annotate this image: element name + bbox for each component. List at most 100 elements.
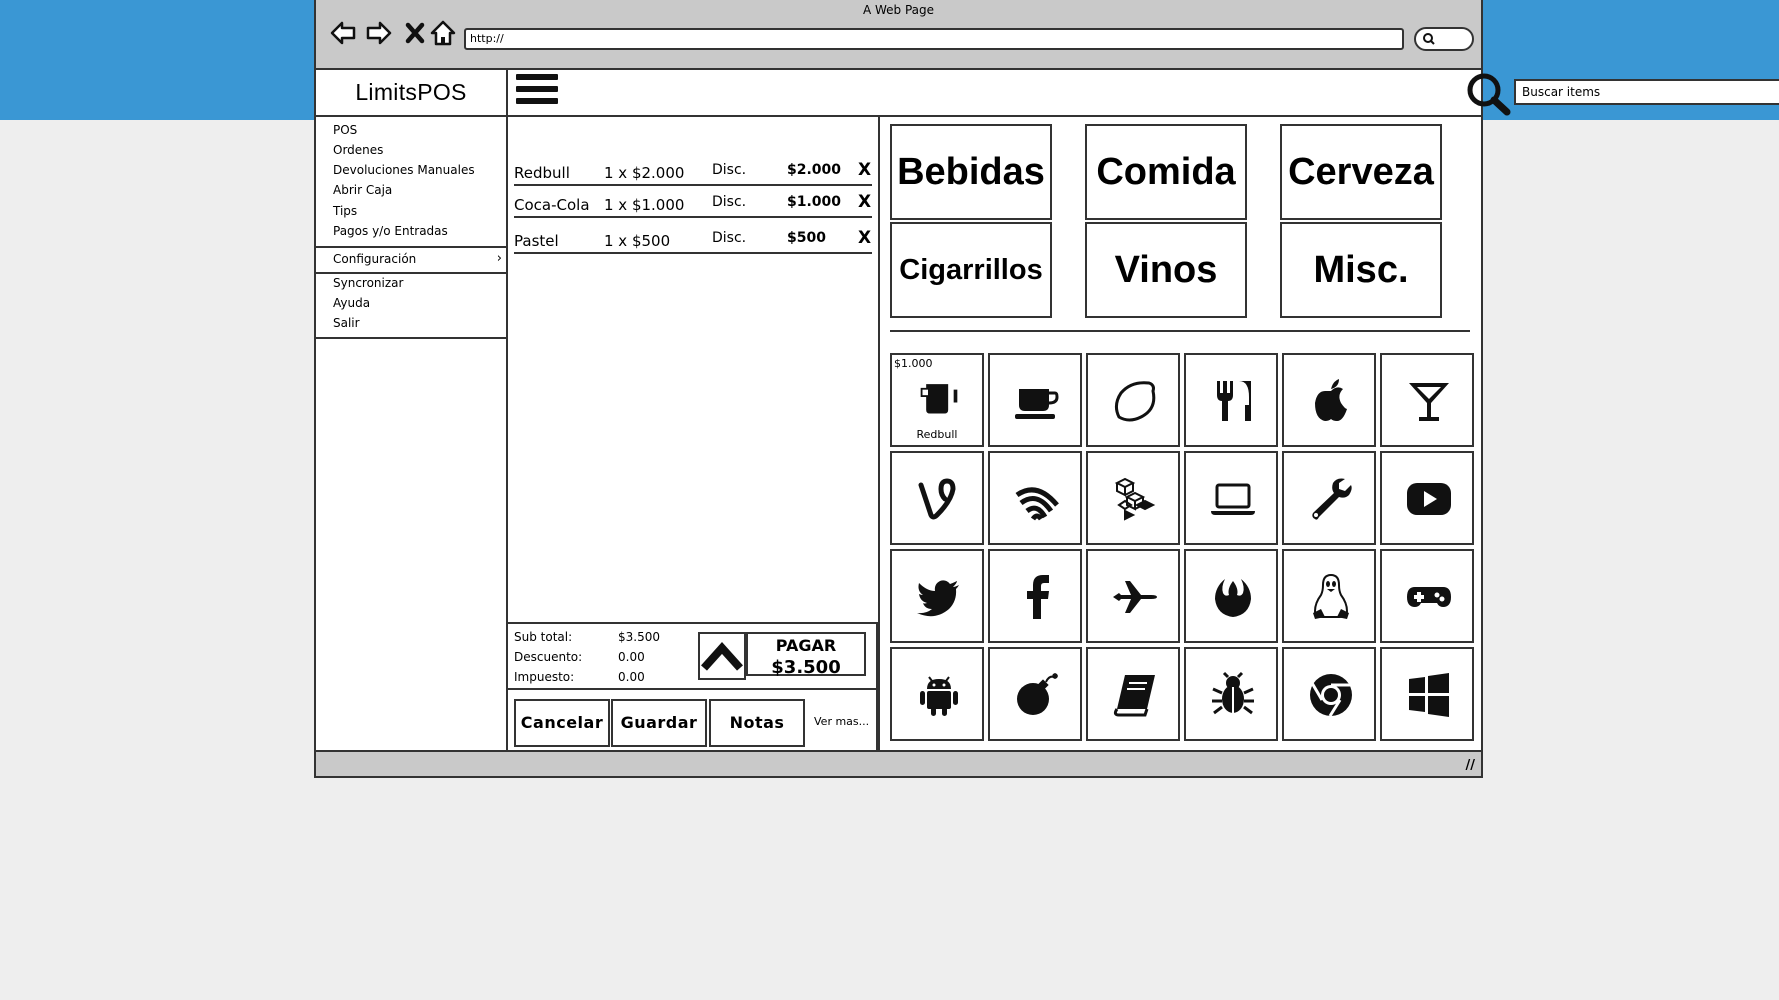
browser-search-button[interactable] bbox=[1414, 27, 1474, 51]
tax-value: 0.00 bbox=[618, 670, 645, 684]
product-tile[interactable] bbox=[890, 647, 984, 741]
vine-icon bbox=[918, 478, 956, 520]
order-item-amount: $500 bbox=[787, 230, 826, 246]
resize-grip-icon[interactable]: // bbox=[1466, 758, 1476, 773]
back-arrow-icon[interactable] bbox=[328, 18, 358, 48]
category-misc[interactable]: Misc. bbox=[1280, 222, 1442, 318]
remove-item-button[interactable]: X bbox=[858, 228, 871, 248]
product-tile[interactable] bbox=[988, 353, 1082, 447]
cancel-button[interactable]: Cancelar bbox=[514, 699, 610, 747]
sidebar-item-label: Configuración bbox=[333, 252, 417, 266]
order-item-qty: 1 x $2.000 bbox=[604, 164, 685, 182]
product-tile[interactable] bbox=[1184, 549, 1278, 643]
product-tile[interactable] bbox=[1282, 647, 1376, 741]
rebel-icon bbox=[1215, 579, 1251, 617]
order-item-name: Pastel bbox=[514, 232, 559, 250]
order-line[interactable]: Redbull 1 x $2.000 Disc. $2.000 X bbox=[514, 156, 872, 186]
sidebar-item-pos[interactable]: POS bbox=[333, 123, 357, 137]
order-panel: Redbull 1 x $2.000 Disc. $2.000 X Coca-C… bbox=[508, 117, 880, 754]
product-tile[interactable] bbox=[1282, 353, 1376, 447]
windows-icon bbox=[1409, 673, 1449, 717]
product-tile[interactable] bbox=[1086, 353, 1180, 447]
order-item-amount: $1.000 bbox=[787, 194, 842, 210]
product-tile[interactable] bbox=[1380, 647, 1474, 741]
pay-label: PAGAR bbox=[775, 636, 837, 655]
sidebar-item-ayuda[interactable]: Ayuda bbox=[333, 296, 370, 310]
search-icon[interactable] bbox=[1466, 72, 1512, 116]
see-more-link[interactable]: Ver mas... bbox=[814, 715, 869, 728]
coffee-cup-icon bbox=[1015, 389, 1059, 419]
product-tile[interactable] bbox=[1086, 647, 1180, 741]
sidebar-item-syncronizar[interactable]: Syncronizar bbox=[333, 276, 403, 290]
category-comida[interactable]: Comida bbox=[1085, 124, 1247, 220]
product-tile[interactable] bbox=[1380, 451, 1474, 545]
category-bebidas[interactable]: Bebidas bbox=[890, 124, 1052, 220]
product-tile[interactable] bbox=[1086, 549, 1180, 643]
product-price: $1.000 bbox=[894, 357, 933, 370]
product-tile[interactable] bbox=[988, 647, 1082, 741]
catalog-divider bbox=[890, 330, 1470, 332]
laptop-icon bbox=[1211, 483, 1255, 515]
product-tile[interactable] bbox=[1184, 647, 1278, 741]
product-tile[interactable] bbox=[1380, 549, 1474, 643]
hamburger-menu-icon[interactable] bbox=[516, 74, 558, 112]
product-tile[interactable] bbox=[1086, 451, 1180, 545]
product-tile[interactable] bbox=[1282, 549, 1376, 643]
forward-arrow-icon[interactable] bbox=[364, 18, 394, 48]
facebook-icon bbox=[1027, 575, 1049, 619]
remove-item-button[interactable]: X bbox=[858, 160, 871, 180]
product-tile[interactable] bbox=[1184, 451, 1278, 545]
product-catalog: Bebidas Comida Cerveza Cigarrillos Vinos… bbox=[886, 117, 1483, 752]
discount-value: 0.00 bbox=[618, 650, 645, 664]
expand-totals-button[interactable] bbox=[698, 632, 746, 680]
product-tile[interactable] bbox=[1282, 451, 1376, 545]
sidebar-menu: POS Ordenes Devoluciones Manuales Abrir … bbox=[316, 117, 508, 339]
pay-button[interactable]: PAGAR $3.500 bbox=[746, 632, 866, 678]
cocktail-icon bbox=[1409, 383, 1449, 421]
category-vinos[interactable]: Vinos bbox=[1085, 222, 1247, 318]
android-icon bbox=[920, 676, 958, 716]
discount-link[interactable]: Disc. bbox=[712, 230, 746, 246]
mug-icon bbox=[920, 384, 958, 414]
remove-item-button[interactable]: X bbox=[858, 192, 871, 212]
product-tile[interactable] bbox=[1184, 353, 1278, 447]
order-item-name: Coca-Cola bbox=[514, 196, 590, 214]
product-tile[interactable] bbox=[988, 451, 1082, 545]
chevron-up-icon bbox=[701, 642, 743, 671]
discount-link[interactable]: Disc. bbox=[712, 194, 746, 210]
category-cigarrillos[interactable]: Cigarrillos bbox=[890, 222, 1052, 318]
youtube-icon bbox=[1407, 483, 1451, 515]
sidebar-item-ordenes[interactable]: Ordenes bbox=[333, 143, 383, 157]
chevron-right-icon: › bbox=[496, 251, 502, 266]
order-actions: Cancelar Guardar Notas Ver mas... bbox=[508, 688, 878, 754]
app-topbar: Buscar items bbox=[508, 70, 1779, 117]
product-tile[interactable] bbox=[890, 451, 984, 545]
sidebar-item-salir[interactable]: Salir bbox=[333, 316, 360, 330]
order-line[interactable]: Coca-Cola 1 x $1.000 Disc. $1.000 X bbox=[514, 188, 872, 218]
search-input[interactable]: Buscar items bbox=[1514, 79, 1779, 105]
sidebar-item-tips[interactable]: Tips bbox=[333, 204, 357, 218]
product-tile-redbull[interactable]: $1.000 Redbull bbox=[890, 353, 984, 447]
subtotal-label: Sub total: bbox=[514, 630, 573, 644]
twitter-icon bbox=[917, 580, 959, 617]
product-tile[interactable] bbox=[1380, 353, 1474, 447]
product-tile[interactable] bbox=[890, 549, 984, 643]
sidebar-item-configuracion[interactable]: Configuración › bbox=[316, 246, 506, 274]
order-item-amount: $2.000 bbox=[787, 162, 842, 178]
notes-button[interactable]: Notas bbox=[709, 699, 805, 747]
wireless-icon bbox=[1015, 487, 1059, 521]
close-icon[interactable] bbox=[400, 18, 430, 48]
address-bar[interactable]: http:// bbox=[464, 28, 1404, 50]
order-line[interactable]: Pastel 1 x $500 Disc. $500 X bbox=[514, 224, 872, 254]
category-cerveza[interactable]: Cerveza bbox=[1280, 124, 1442, 220]
sidebar-item-pagos[interactable]: Pagos y/o Entradas bbox=[333, 224, 448, 238]
product-tile[interactable] bbox=[988, 549, 1082, 643]
cutlery-icon bbox=[1217, 381, 1251, 421]
browser-window: A Web Page http:// LimitsPOS Buscar item… bbox=[314, 0, 1779, 778]
home-icon[interactable] bbox=[428, 18, 458, 48]
save-button[interactable]: Guardar bbox=[611, 699, 707, 747]
sidebar-item-devoluciones[interactable]: Devoluciones Manuales bbox=[333, 163, 475, 177]
discount-label: Descuento: bbox=[514, 650, 583, 664]
discount-link[interactable]: Disc. bbox=[712, 162, 746, 178]
sidebar-item-abrir-caja[interactable]: Abrir Caja bbox=[333, 183, 392, 197]
